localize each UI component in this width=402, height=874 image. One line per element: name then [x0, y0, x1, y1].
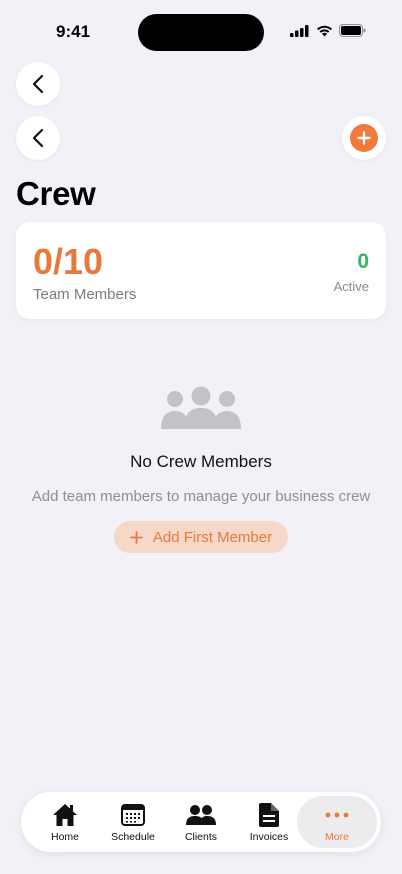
calendar-icon — [121, 804, 145, 826]
empty-state-subtitle: Add team members to manage your business… — [31, 488, 371, 505]
team-member-count: 0/10 — [33, 241, 104, 282]
signal-icon — [290, 24, 309, 37]
status-time: 9:41 — [56, 22, 91, 41]
plus-circle-icon — [350, 124, 378, 152]
add-first-member-label: Add First Member — [152, 528, 273, 546]
tab-invoices[interactable]: Invoices — [235, 796, 303, 848]
tab-more[interactable]: More — [297, 796, 377, 848]
people-group-icon — [161, 386, 241, 429]
tab-bar: Home Schedule Clients Invoices More — [21, 792, 381, 852]
tab-invoices-label: Invoices — [249, 831, 289, 843]
tab-schedule-label: Schedule — [111, 831, 155, 843]
tab-schedule[interactable]: Schedule — [99, 796, 167, 848]
status-icons — [290, 24, 366, 37]
plus-icon — [129, 530, 143, 544]
tab-home-label: Home — [50, 831, 79, 843]
back-button-secondary[interactable] — [16, 116, 60, 160]
dynamic-island — [138, 14, 264, 51]
document-icon — [259, 803, 279, 827]
tab-home[interactable]: Home — [31, 796, 99, 848]
tab-clients[interactable]: Clients — [167, 796, 235, 848]
chevron-left-icon — [32, 128, 44, 148]
home-icon — [53, 804, 77, 826]
people-icon — [186, 805, 216, 825]
ellipsis-icon — [325, 812, 349, 818]
add-first-member-button[interactable]: Add First Member — [114, 521, 288, 553]
tab-more-label: More — [325, 831, 349, 843]
add-member-button[interactable] — [342, 116, 386, 160]
active-count: 0 — [357, 250, 369, 273]
team-member-label: Team Members — [33, 286, 137, 303]
empty-state-title: No Crew Members — [130, 452, 272, 471]
wifi-icon — [317, 25, 332, 36]
chevron-left-icon — [32, 74, 44, 94]
battery-icon — [339, 24, 366, 37]
active-label: Active — [333, 279, 369, 294]
stats-card: 0/10 Team Members 0 Active — [16, 222, 386, 319]
status-bar: 9:41 — [0, 0, 402, 60]
page-title: Crew — [16, 175, 96, 212]
back-button[interactable] — [16, 62, 60, 106]
tab-clients-label: Clients — [184, 831, 218, 843]
